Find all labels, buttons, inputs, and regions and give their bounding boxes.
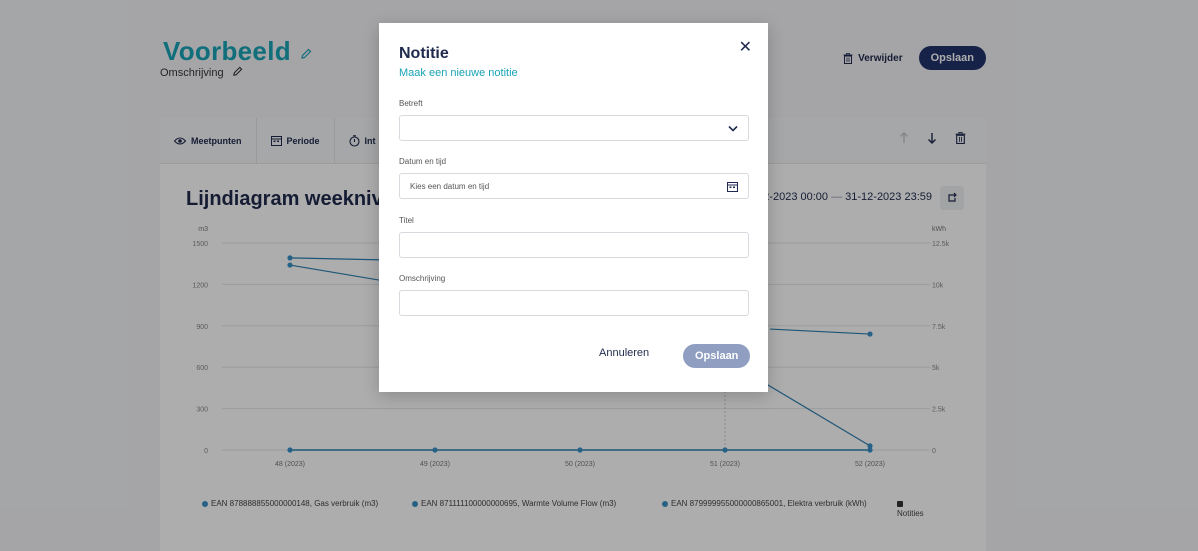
close-icon[interactable]: ✕ xyxy=(739,37,752,57)
datetime-label: Datum en tijd xyxy=(399,157,447,166)
chevron-down-icon xyxy=(728,125,738,132)
omschrijving-input[interactable] xyxy=(399,290,749,316)
betreft-label: Betreft xyxy=(399,99,423,108)
betreft-select[interactable] xyxy=(399,115,749,141)
modal-subtitle: Maak een nieuwe notitie xyxy=(399,67,518,79)
titel-label: Titel xyxy=(399,216,414,225)
calendar-icon[interactable] xyxy=(727,181,738,192)
omschrijving-label: Omschrijving xyxy=(399,274,446,283)
cancel-button[interactable]: Annuleren xyxy=(599,347,649,359)
datetime-input[interactable]: Kies een datum en tijd xyxy=(399,173,749,199)
titel-input[interactable] xyxy=(399,232,749,258)
datetime-placeholder: Kies een datum en tijd xyxy=(410,181,490,191)
note-modal: Notitie Maak een nieuwe notitie ✕ Betref… xyxy=(379,23,768,392)
modal-title: Notitie xyxy=(399,45,449,62)
modal-save-button[interactable]: Opslaan xyxy=(683,344,751,368)
